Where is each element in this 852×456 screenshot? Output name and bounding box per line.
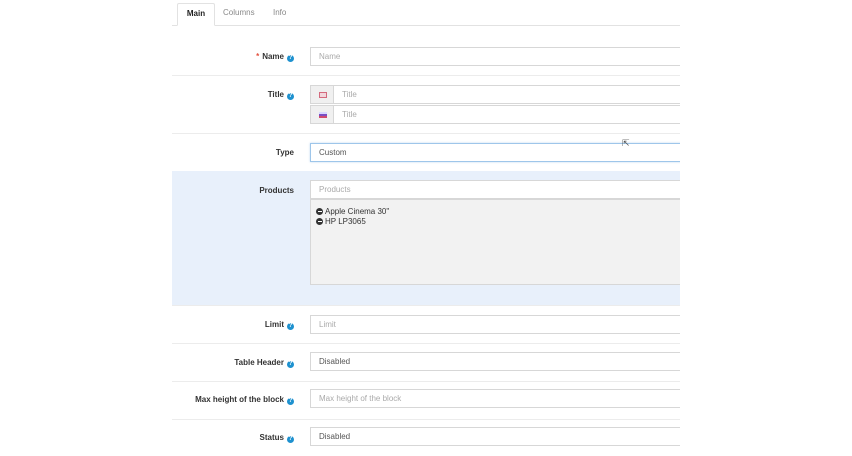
required-mark: *: [256, 52, 260, 61]
name-label: * Name?: [256, 52, 294, 62]
flag-gb-icon: [319, 92, 327, 98]
mouse-cursor-icon: ⇱: [622, 138, 630, 148]
language-addon-en: [310, 85, 334, 104]
help-icon[interactable]: ?: [287, 436, 294, 443]
table-header-select[interactable]: Disabled: [310, 352, 680, 371]
tab-info[interactable]: Info: [273, 3, 286, 24]
status-label: Status?: [259, 433, 294, 443]
title-label: Title?: [267, 90, 294, 100]
remove-minus-icon[interactable]: [316, 208, 323, 215]
remove-minus-icon[interactable]: [316, 218, 323, 225]
product-list: Apple Cinema 30" HP LP3065: [310, 199, 680, 285]
name-input[interactable]: [310, 47, 680, 66]
products-autocomplete-input[interactable]: [310, 180, 680, 199]
module-form: Main Columns Info *Name? Title? Type Cus…: [172, 0, 680, 456]
table-header-row: Table Header? Disabled: [172, 343, 680, 382]
title-input-ru[interactable]: [333, 105, 680, 124]
title-row: Title?: [172, 75, 680, 134]
help-icon[interactable]: ?: [287, 93, 294, 100]
tab-main[interactable]: Main: [177, 3, 215, 26]
max-height-row: Max height of the block?: [172, 381, 680, 420]
max-height-input[interactable]: [310, 389, 680, 408]
language-addon-ru: [310, 105, 334, 124]
help-icon[interactable]: ?: [287, 361, 294, 368]
status-row: Status? Disabled: [172, 419, 680, 456]
status-select[interactable]: Disabled: [310, 427, 680, 446]
products-label: Products: [259, 186, 294, 195]
title-input-en[interactable]: [333, 85, 680, 104]
type-label: Type: [275, 148, 294, 157]
limit-input[interactable]: [310, 315, 680, 334]
help-icon[interactable]: ?: [287, 323, 294, 330]
table-header-label: Table Header?: [234, 358, 294, 368]
help-icon[interactable]: ?: [287, 398, 294, 405]
list-item: HP LP3065: [316, 217, 366, 226]
flag-ru-icon: [319, 112, 327, 118]
name-row: * Name?: [172, 37, 680, 76]
limit-label: Limit?: [264, 320, 294, 330]
max-height-label: Max height of the block?: [195, 395, 294, 405]
limit-row: Limit?: [172, 305, 680, 344]
list-item: Apple Cinema 30": [316, 207, 389, 216]
tab-columns[interactable]: Columns: [223, 3, 255, 24]
type-row: Type Custom: [172, 133, 680, 172]
tab-bar: Main Columns Info: [172, 0, 680, 26]
help-icon[interactable]: ?: [287, 55, 294, 62]
